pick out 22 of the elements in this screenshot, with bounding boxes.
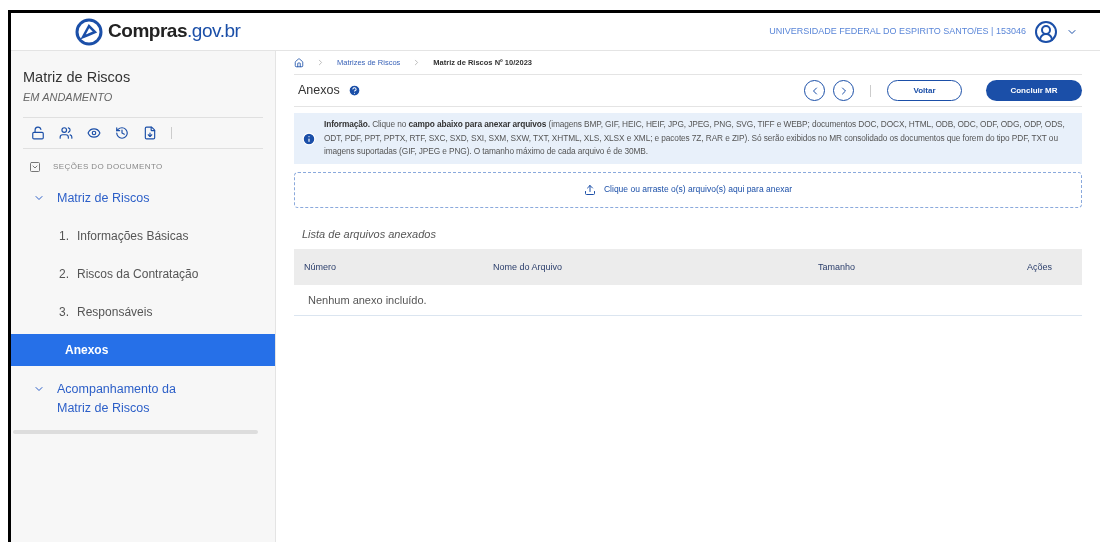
column-header: Nome do Arquivo	[493, 260, 564, 274]
page-title: Anexos	[297, 82, 340, 100]
column-header: Número	[304, 260, 337, 274]
sidebar-item[interactable]: 3. Responsáveis	[11, 296, 275, 328]
info-text: Informação. Clique no campo abaixo para anexar arquivos (imagens BMP, GIF, HEIC, HEIF, JPG, JPEG, PNG, SVG, TIFF e WEBP; documentos DOC, DOCX, HTML, ODB, ODC, ODF, ODG, ODP, ODS, ODT, PDF, PPT, PPTX, RTF, SXC, SXD, SXI, SXM, SXW, TXT, XHTML, XLS, XLSX e XML; e pacotes 7Z, RAR e ZIP). Só serão exibidos no MR consolidado os documentos que forem do tipo PDF, TXT ou imagens suportadas (GIF, JPEG e PNG). O tamanho máximo de cada arquivo é de 30MB.	[324, 118, 1066, 159]
upload-label: Clique ou arraste o(s) arquivo(s) aqui para anexar	[603, 183, 792, 197]
sidebar-item[interactable]: 2. Riscos da Contratação	[11, 258, 275, 290]
sidebar-section[interactable]: Acompanhamento da Matriz de Riscos	[11, 372, 275, 426]
organization-label: UNIVERSIDADE FEDERAL DO ESPIRITO SANTO/ES | 153046	[769, 24, 1026, 38]
conclude-button[interactable]: Concluir MR	[986, 80, 1082, 102]
section-label: SEÇÕES DO DOCUMENTO	[53, 161, 163, 174]
sidebar-item[interactable]: 1. Informações Básicas	[11, 220, 275, 252]
sidebar-item[interactable]: Anexos	[11, 334, 275, 366]
logo-text[interactable]: Compras.gov.br	[108, 17, 241, 46]
document-status: EM ANDAMENTO	[23, 89, 114, 105]
column-header: Ações	[1026, 260, 1053, 274]
list-title: Lista de arquivos anexados	[301, 226, 437, 242]
document-title: Matriz de Riscos	[23, 68, 132, 87]
column-header: Tamanho	[818, 260, 857, 274]
sidebar-section[interactable]: Matriz de Riscos	[11, 181, 275, 216]
empty-message: Nenhum anexo incluído.	[308, 293, 427, 308]
upload-dropzone[interactable]: Clique ou arraste o(s) arquivo(s) aqui para anexar	[294, 171, 1082, 208]
